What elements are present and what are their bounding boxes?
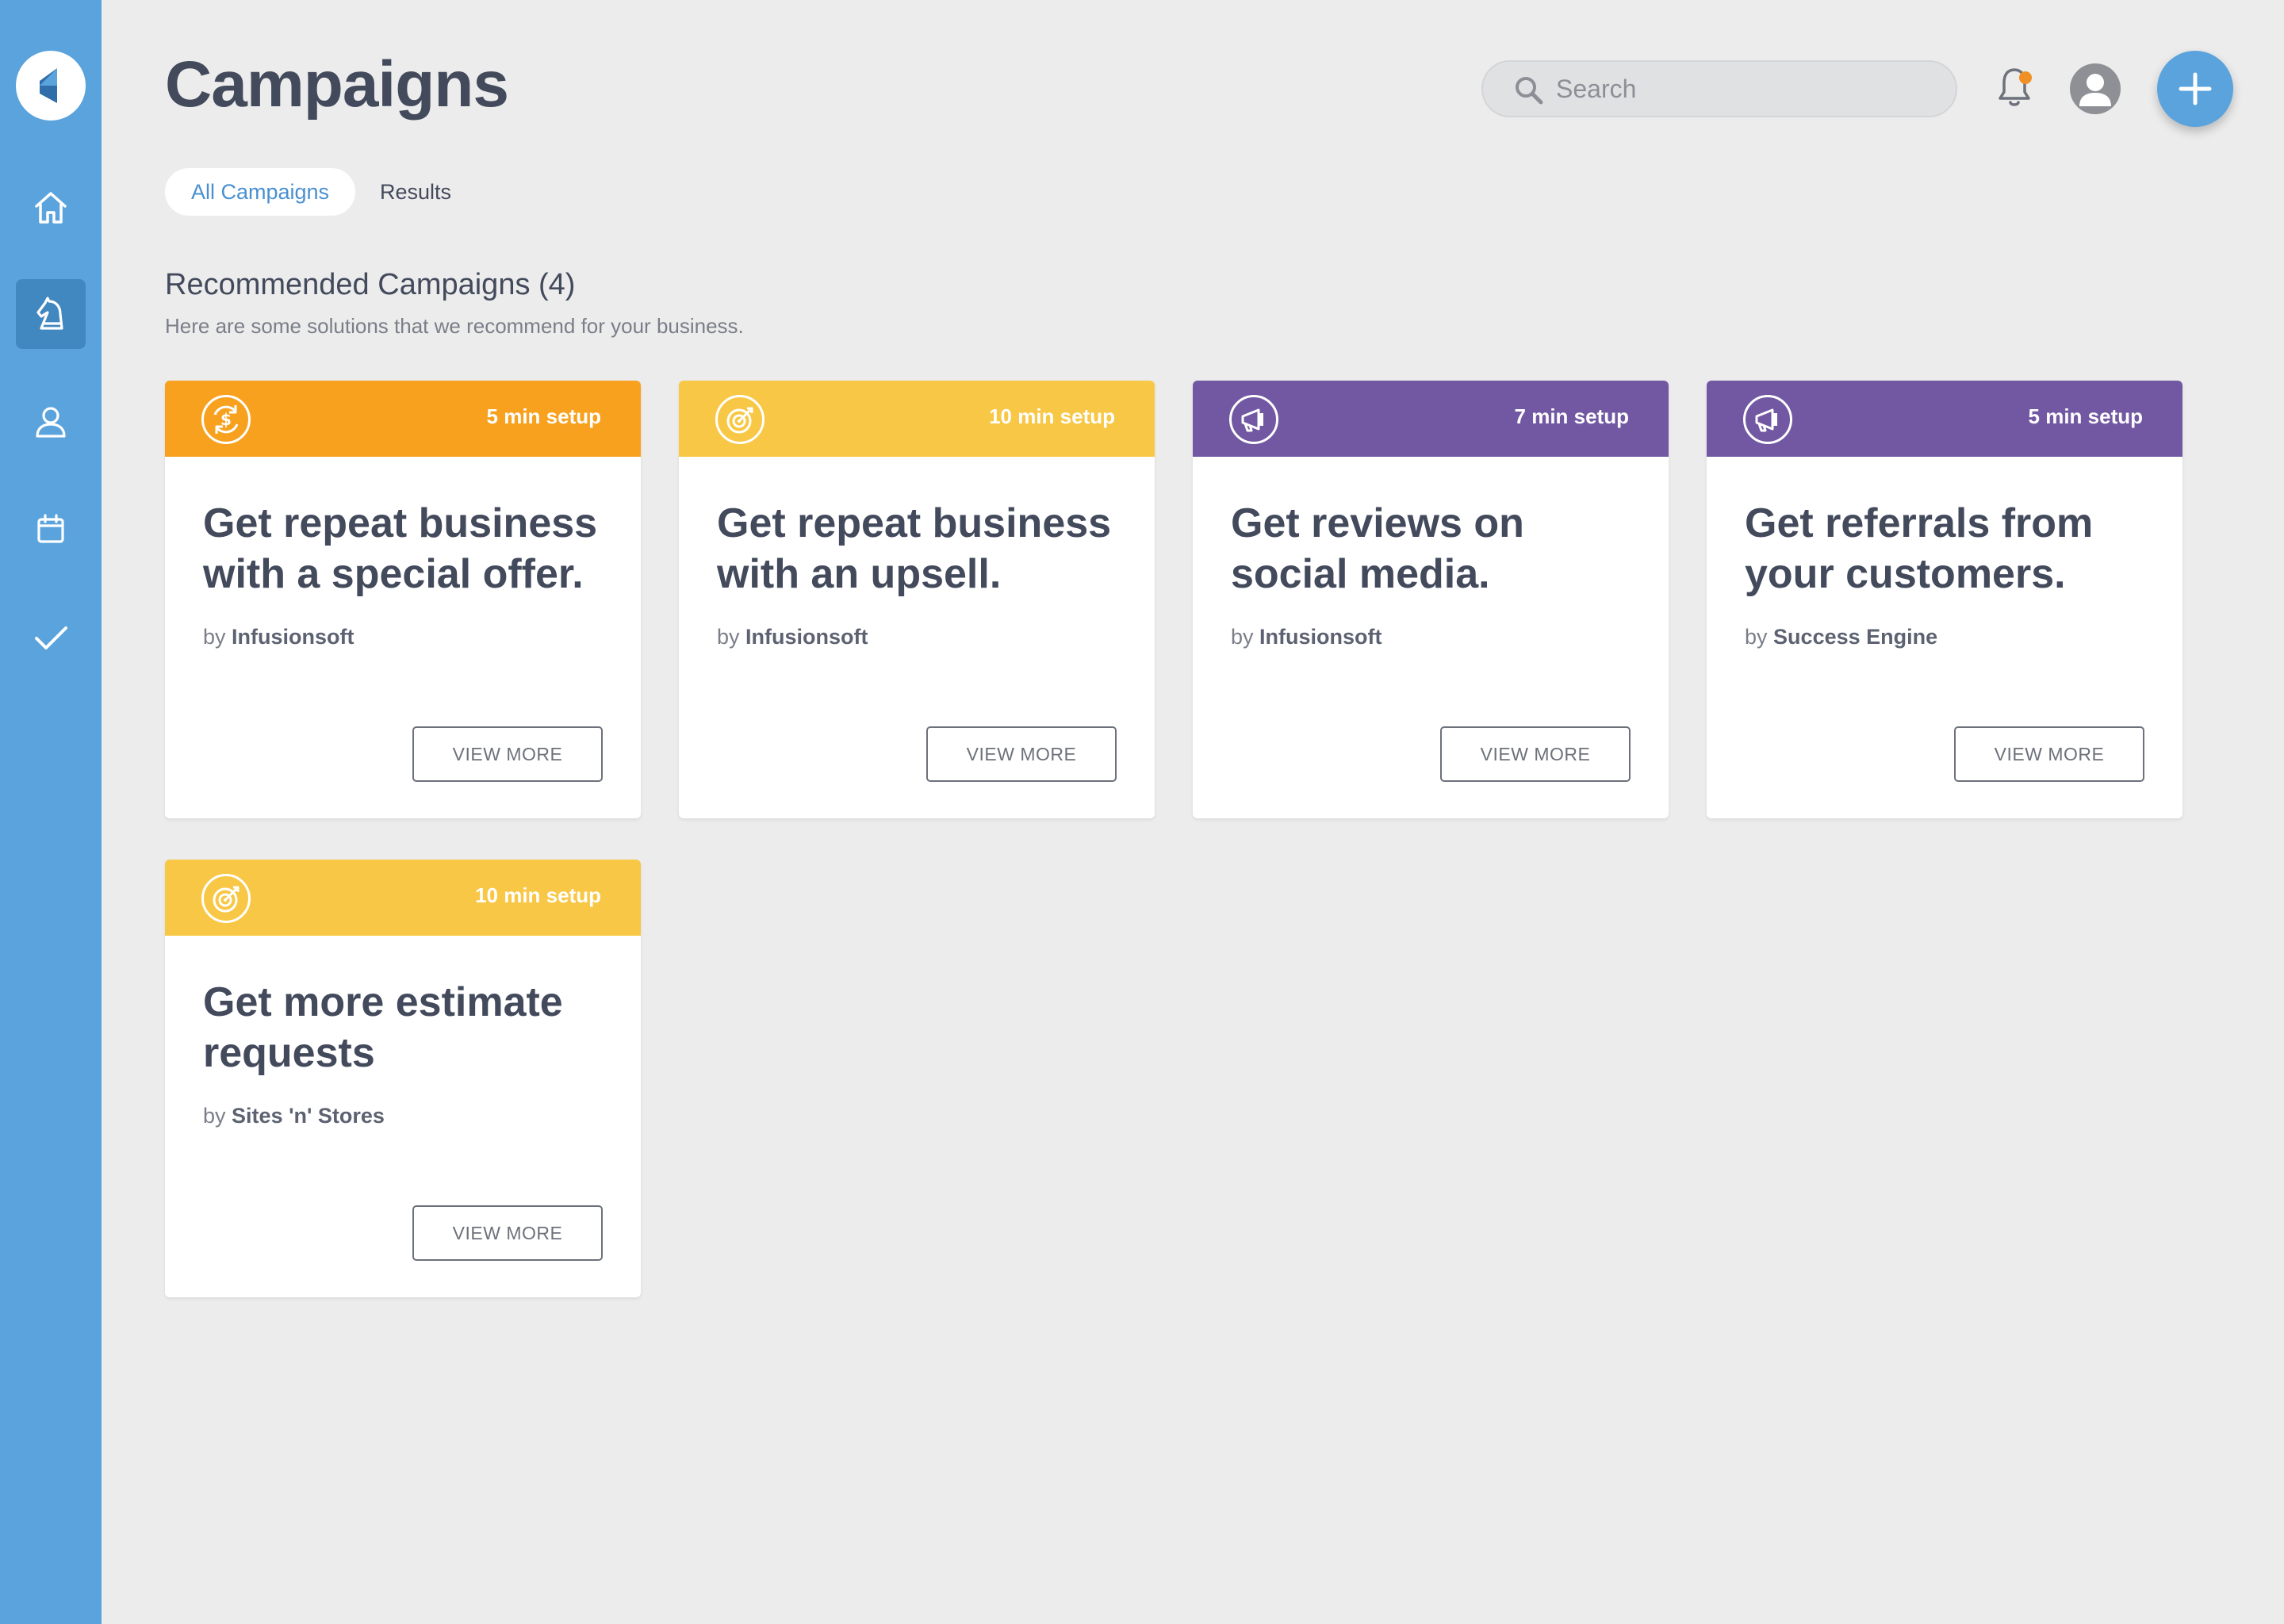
search-input[interactable] (1556, 71, 1937, 106)
user-avatar[interactable] (2070, 63, 2121, 114)
nav-tasks[interactable] (16, 603, 86, 672)
campaign-card: 7 min setup Get reviews on social media.… (1193, 381, 1669, 818)
view-more-button[interactable]: VIEW MORE (1440, 726, 1631, 782)
card-icon-badge (1229, 395, 1278, 444)
megaphone-icon (1241, 408, 1263, 432)
card-author-line: by Infusionsoft (717, 625, 868, 649)
contact-icon (36, 407, 66, 438)
card-by-prefix: by (1745, 625, 1768, 649)
section-title: Recommended Campaigns (4) (165, 268, 576, 301)
tab-all-campaigns[interactable]: All Campaigns (165, 168, 355, 216)
card-author-line: by Success Engine (1745, 625, 1937, 649)
app-logo[interactable] (16, 51, 86, 121)
checkmark-icon (35, 626, 67, 649)
card-setup-time: 7 min setup (1514, 404, 1629, 428)
search-icon (1516, 77, 1543, 105)
view-more-button[interactable]: VIEW MORE (926, 726, 1117, 782)
campaign-card: 5 min setup Get referrals from your cust… (1707, 381, 2182, 818)
notification-dot (2019, 71, 2032, 84)
card-header: 5 min setup (1707, 381, 2182, 457)
card-setup-time: 10 min setup (989, 404, 1115, 428)
search-bar[interactable] (1481, 60, 1957, 117)
repeat-dollar-icon: $ (213, 405, 239, 434)
home-icon (35, 192, 67, 224)
card-author: Sites 'n' Stores (232, 1104, 385, 1128)
card-by-prefix: by (1231, 625, 1254, 649)
tab-results[interactable]: Results (362, 168, 469, 216)
campaign-card: $ 5 min setup Get repeat business with a… (165, 381, 641, 818)
card-author: Infusionsoft (745, 625, 868, 649)
notifications-button[interactable] (1992, 65, 2037, 113)
svg-text:$: $ (220, 410, 232, 429)
nav-campaigns[interactable] (16, 279, 86, 349)
card-icon-badge: $ (201, 395, 251, 444)
target-icon (726, 407, 753, 434)
user-icon (2079, 74, 2111, 106)
section-subtitle: Here are some solutions that we recommen… (165, 314, 744, 338)
card-author: Infusionsoft (232, 625, 354, 649)
card-by-prefix: by (203, 625, 226, 649)
card-title: Get reviews on social media. (1231, 500, 1524, 597)
nav-calendar[interactable] (16, 495, 86, 565)
card-title: Get more estimate requests (203, 979, 563, 1076)
card-header: $ 5 min setup (165, 381, 641, 457)
card-setup-time: 5 min setup (486, 404, 601, 428)
card-header: 10 min setup (165, 860, 641, 936)
card-author-line: by Infusionsoft (1231, 625, 1382, 649)
card-icon-badge (201, 874, 251, 923)
card-icon-badge (715, 395, 765, 444)
target-icon (213, 886, 240, 913)
card-author-line: by Infusionsoft (203, 625, 354, 649)
card-by-prefix: by (203, 1104, 226, 1128)
view-more-button[interactable]: VIEW MORE (412, 1205, 603, 1261)
card-author: Infusionsoft (1259, 625, 1382, 649)
campaign-card: 10 min setup Get more estimate requests … (165, 860, 641, 1297)
card-setup-time: 10 min setup (475, 883, 601, 907)
card-author-line: by Sites 'n' Stores (203, 1104, 385, 1128)
card-title: Get repeat business with an upsell. (717, 500, 1112, 597)
nav-home[interactable] (16, 173, 86, 243)
card-setup-time: 5 min setup (2028, 404, 2143, 428)
card-title: Get repeat business with a special offer… (203, 500, 598, 597)
view-more-button[interactable]: VIEW MORE (412, 726, 603, 782)
nav-contacts[interactable] (16, 387, 86, 457)
card-header: 7 min setup (1193, 381, 1669, 457)
card-header: 10 min setup (679, 381, 1155, 457)
megaphone-icon (1755, 408, 1777, 432)
logo-mark-icon (40, 68, 57, 103)
bell-icon (1998, 68, 2030, 106)
plus-icon (2179, 72, 2212, 105)
sidebar (0, 0, 102, 1624)
calendar-icon (37, 514, 64, 543)
chess-knight-icon (36, 297, 63, 330)
page-title: Campaigns (165, 48, 509, 121)
card-by-prefix: by (717, 625, 740, 649)
add-campaign-button[interactable] (2157, 51, 2233, 127)
card-title: Get referrals from your customers. (1745, 500, 2094, 597)
view-more-button[interactable]: VIEW MORE (1954, 726, 2144, 782)
campaign-card: 10 min setup Get repeat business with an… (679, 381, 1155, 818)
card-author: Success Engine (1773, 625, 1938, 649)
card-icon-badge (1743, 395, 1792, 444)
